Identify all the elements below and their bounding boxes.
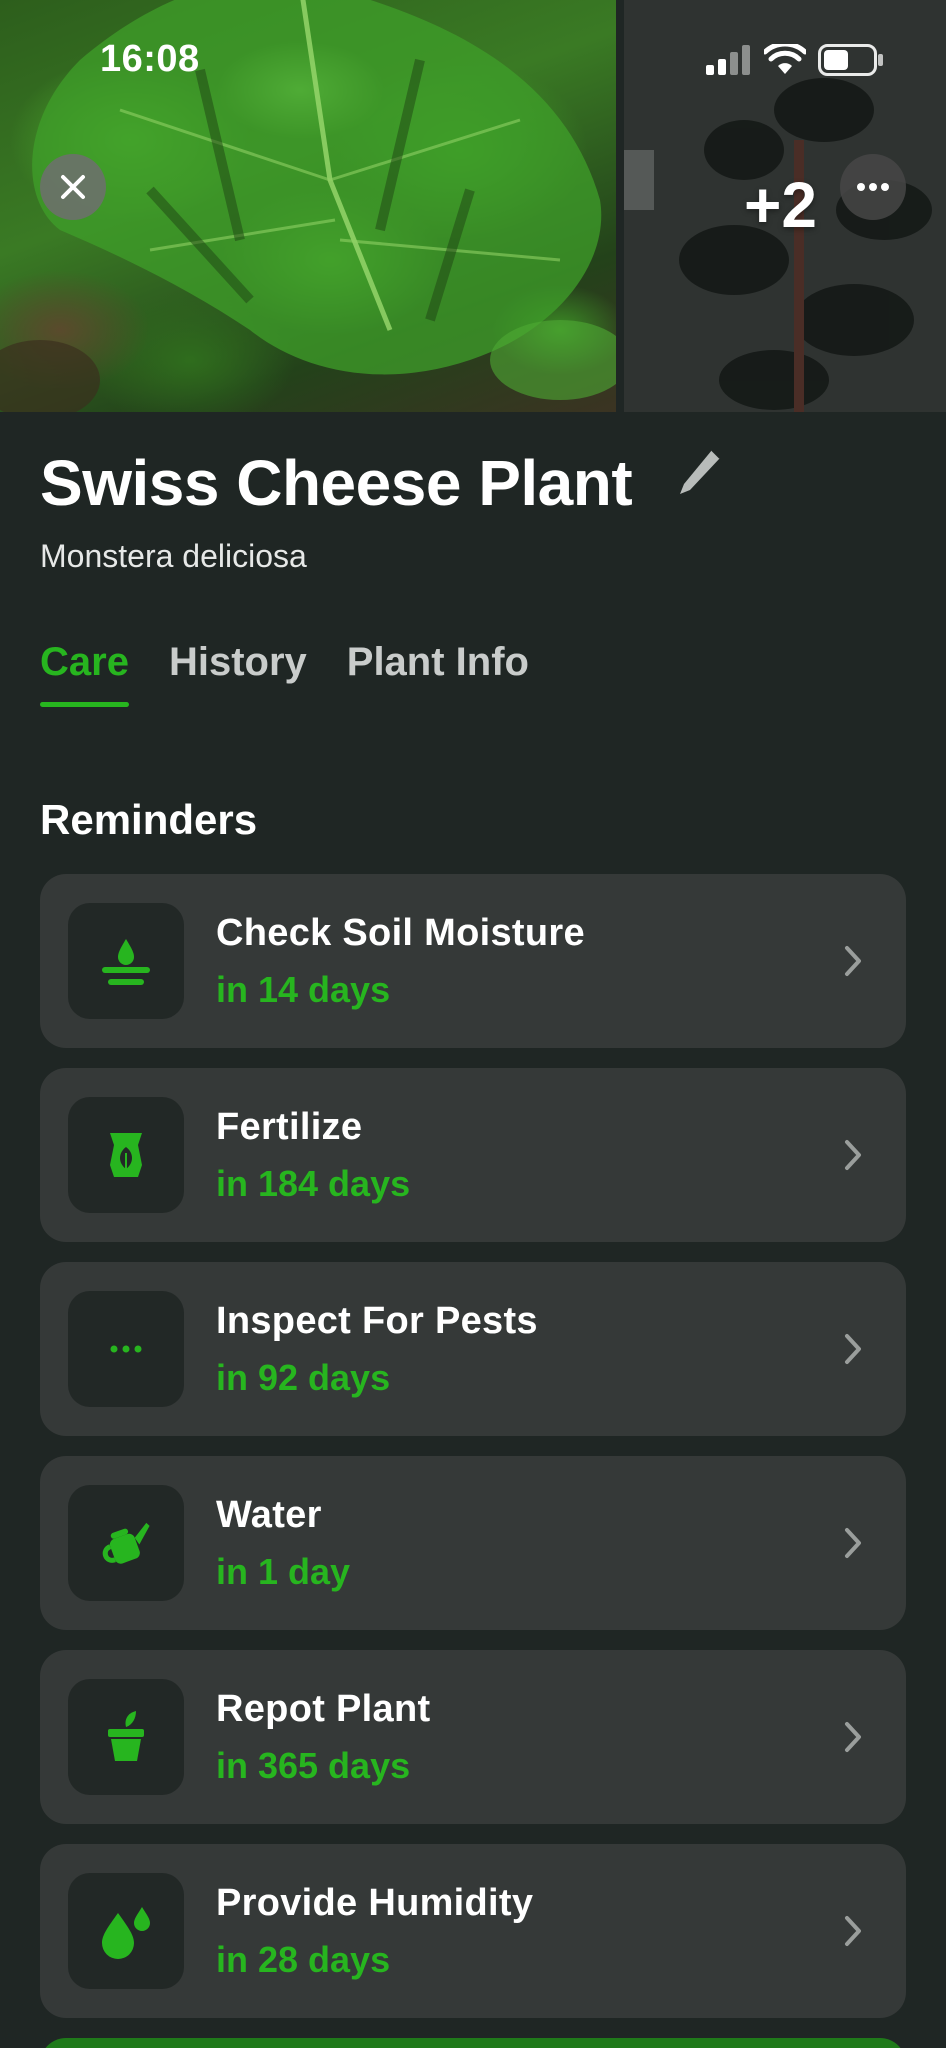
- reminder-card-fertilize[interactable]: Fertilize in 184 days: [40, 1068, 906, 1242]
- fertilizer-bag-icon: [110, 1133, 142, 1177]
- reminder-due: in 14 days: [216, 968, 391, 1010]
- reminder-due: in 28 days: [216, 1938, 391, 1980]
- reminder-card-check-soil-moisture[interactable]: Check Soil Moisture in 14 days: [40, 874, 906, 1048]
- reminder-due: in 184 days: [216, 1162, 411, 1204]
- close-button[interactable]: [40, 154, 106, 220]
- reminder-title: Check Soil Moisture: [216, 911, 585, 954]
- more-photos-count[interactable]: +2: [744, 168, 817, 242]
- chevron-right-icon: [845, 1722, 861, 1752]
- edit-name-button[interactable]: [676, 446, 724, 503]
- chevron-right-icon: [845, 1334, 861, 1364]
- tab-care[interactable]: Care: [40, 640, 129, 707]
- reminder-icon-box: [68, 903, 184, 1019]
- photo-gallery[interactable]: 16:08 +2: [0, 0, 946, 412]
- reminder-icon-box: [68, 1097, 184, 1213]
- tab-history[interactable]: History: [169, 640, 307, 707]
- chevron-right-icon: [845, 1528, 861, 1558]
- reminder-title: Repot Plant: [216, 1687, 431, 1730]
- reminders-list: Check Soil Moisture in 14 days Fertilize…: [40, 874, 906, 2038]
- soil-moisture-icon: [102, 939, 150, 985]
- more-options-button[interactable]: [840, 154, 906, 220]
- reminder-icon-box: [68, 1679, 184, 1795]
- chevron-right-icon: [845, 946, 861, 976]
- droplets-icon: [102, 1907, 150, 1959]
- wifi-icon: [764, 44, 806, 74]
- tab-bar: Care History Plant Info: [40, 640, 529, 707]
- pencil-icon: [680, 449, 721, 494]
- reminder-due: in 1 day: [216, 1550, 351, 1592]
- chevron-right-icon: [845, 1140, 861, 1170]
- ellipsis-icon: [857, 183, 889, 191]
- reminder-title: Water: [216, 1493, 322, 1536]
- status-bar-time: 16:08: [100, 38, 200, 80]
- reminder-icon-box: [68, 1291, 184, 1407]
- reminder-card-provide-humidity[interactable]: Provide Humidity in 28 days: [40, 1844, 906, 2018]
- chevron-right-icon: [845, 1916, 861, 1946]
- close-icon: [61, 175, 85, 199]
- reminder-title: Provide Humidity: [216, 1881, 534, 1924]
- reminder-due: in 365 days: [216, 1744, 411, 1786]
- plant-scientific-name: Monstera deliciosa: [40, 538, 307, 574]
- ellipsis-icon: [110, 1345, 142, 1353]
- reminder-title: Inspect For Pests: [216, 1299, 538, 1342]
- battery-icon: [818, 44, 883, 76]
- reminder-icon-box: [68, 1873, 184, 1989]
- reminder-card-repot-plant[interactable]: Repot Plant in 365 days: [40, 1650, 906, 1824]
- bottom-action-bar[interactable]: [40, 2038, 906, 2048]
- reminder-title: Fertilize: [216, 1105, 363, 1148]
- tab-plant-info[interactable]: Plant Info: [347, 640, 529, 707]
- cellular-signal-icon: [706, 45, 750, 75]
- reminder-card-inspect-for-pests[interactable]: Inspect For Pests in 92 days: [40, 1262, 906, 1436]
- watering-can-icon: [102, 1522, 150, 1564]
- reminder-icon-box: [68, 1485, 184, 1601]
- reminder-card-water[interactable]: Water in 1 day: [40, 1456, 906, 1630]
- photo-divider: [616, 0, 624, 412]
- plant-name: Swiss Cheese Plant: [40, 447, 633, 519]
- reminders-heading: Reminders: [40, 796, 258, 843]
- reminder-due: in 92 days: [216, 1356, 391, 1398]
- status-bar-icons: [706, 44, 884, 76]
- pot-icon: [108, 1711, 144, 1761]
